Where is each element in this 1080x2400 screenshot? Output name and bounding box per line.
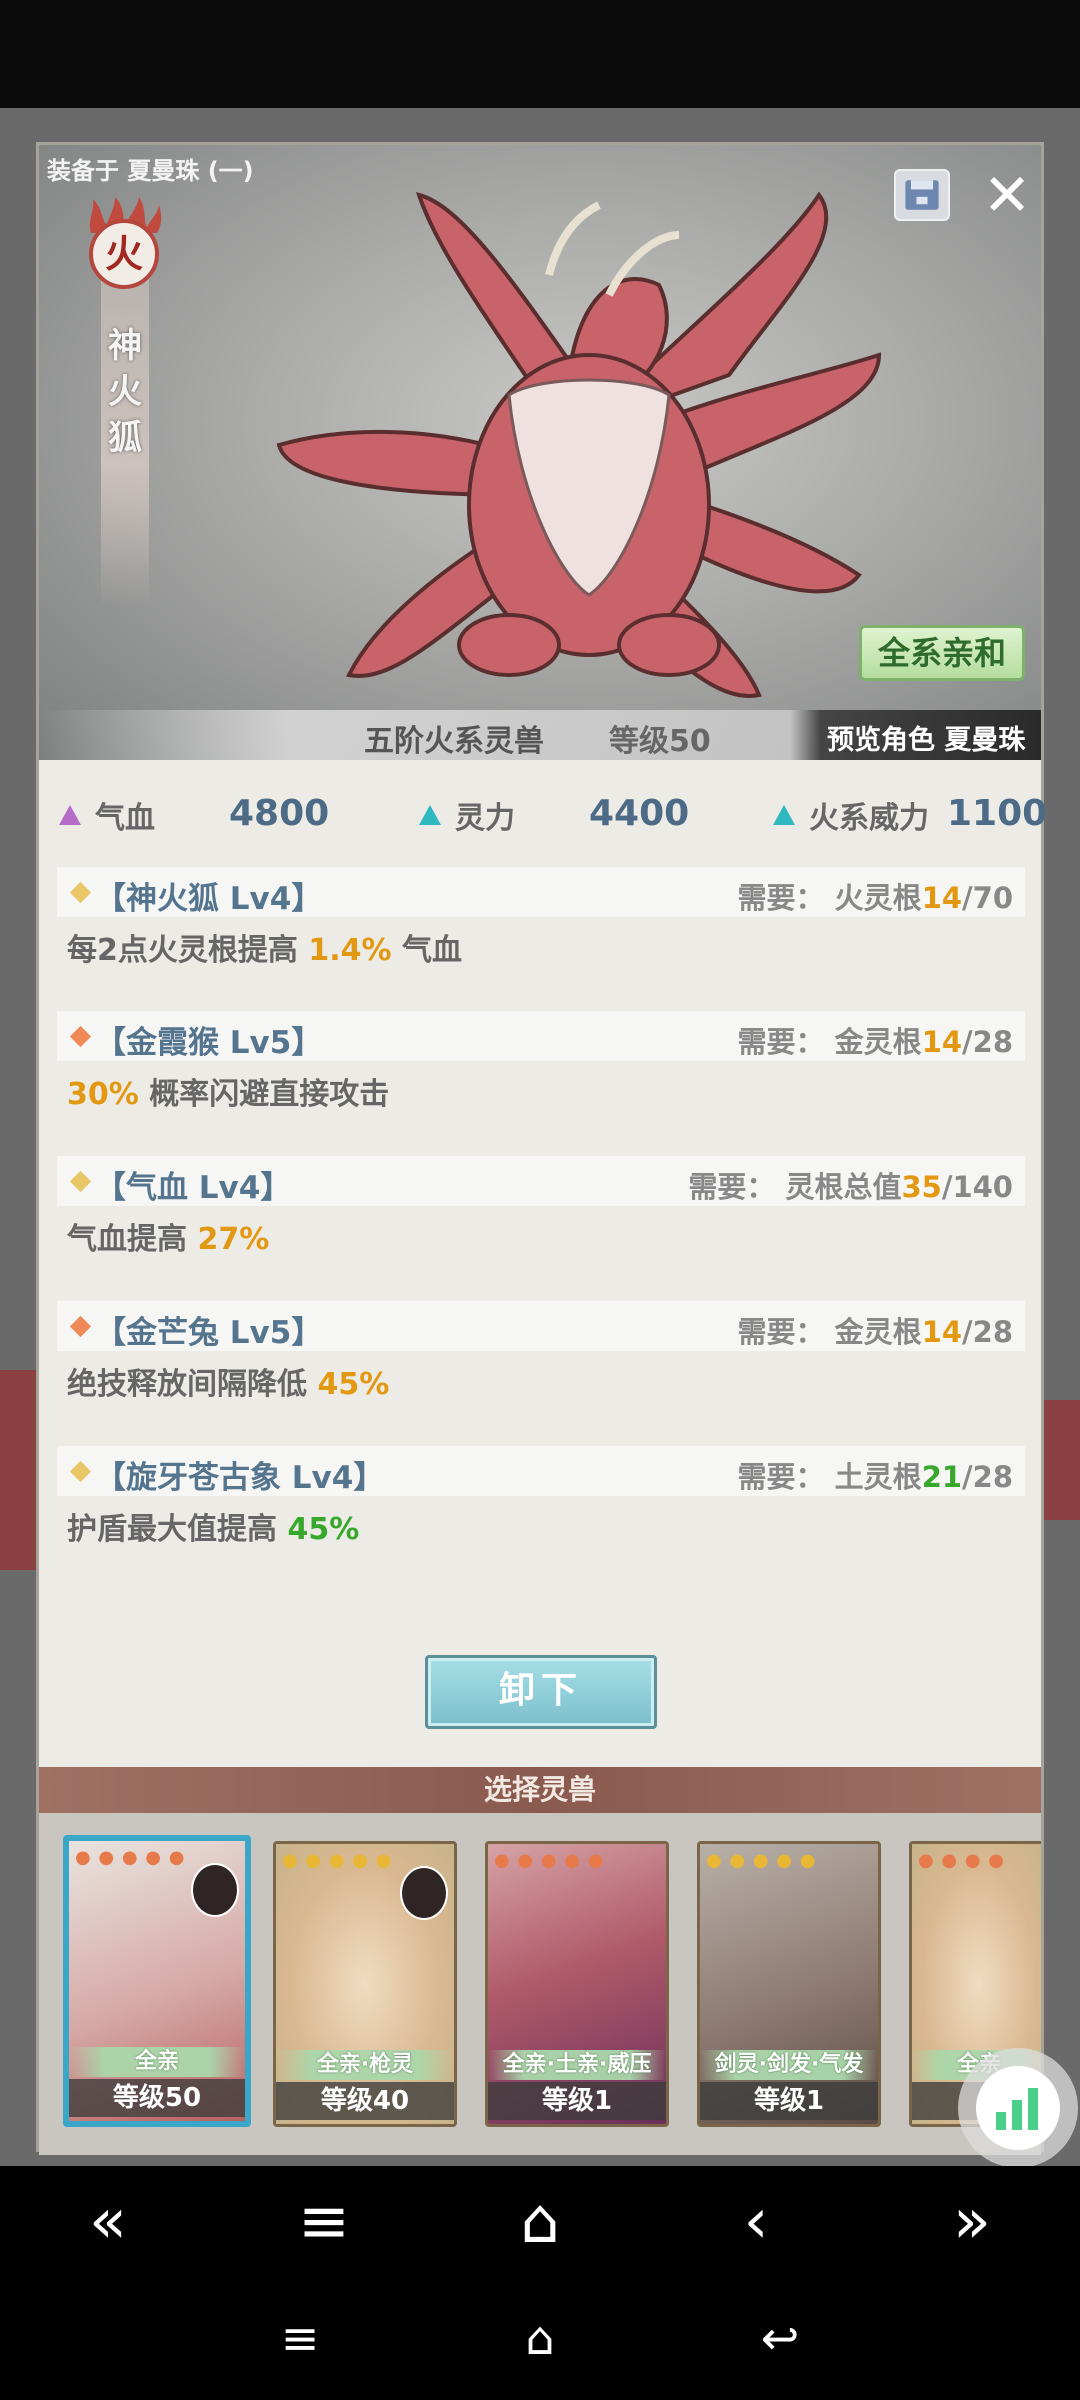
background-decoration	[0, 1370, 40, 1570]
status-bar	[0, 0, 1080, 108]
beast-rank: 五阶火系灵兽	[364, 724, 544, 759]
beast-card[interactable]: ● ● ● ● ● 全亲 等级50	[63, 1835, 251, 2127]
skill-name: 【旋牙苍古象 Lv4】	[95, 1460, 385, 1496]
skill-name: 【气血 Lv4】	[95, 1170, 292, 1206]
skill-entry: 【气血 Lv4】 需要： 灵根总值35/140 气血提高 27%	[57, 1156, 1025, 1266]
cyan-triangle-icon	[419, 805, 441, 825]
beast-card[interactable]: ● ● ● ● ● 剑灵·剑发·气发 等级1	[697, 1841, 881, 2127]
double-forward-icon[interactable]: »	[932, 2186, 1012, 2256]
element-banner: 火 神火狐	[89, 197, 162, 625]
skill-name: 【金芒兔 Lv5】	[95, 1315, 323, 1351]
skill-header: 【神火狐 Lv4】 需要： 火灵根14/70	[57, 867, 1025, 917]
skill-entry: 【金芒兔 Lv5】 需要： 金灵根14/28 绝技释放间隔降低 45%	[57, 1301, 1025, 1411]
beast-info-bar: 五阶火系灵兽 等级50 预览角色 夏曼珠	[39, 710, 1041, 760]
card-level: 等级1	[700, 2082, 878, 2120]
home-icon[interactable]: ⌂	[500, 2186, 580, 2256]
stat-fire-power: 火系威力	[773, 785, 929, 845]
skill-description: 30% 概率闪避直接攻击	[67, 1077, 390, 1112]
skill-name: 【金霞猴 Lv5】	[95, 1025, 323, 1061]
skill-header: 【旋牙苍古象 Lv4】 需要： 土灵根21/28	[57, 1446, 1025, 1496]
diamond-icon	[69, 881, 92, 904]
double-back-icon[interactable]: «	[68, 2186, 148, 2256]
cyan-triangle-icon	[773, 805, 795, 825]
star-rating-icon: ● ● ● ● ●	[494, 1850, 605, 1871]
back-icon[interactable]: ↩	[745, 2308, 815, 2368]
save-icon[interactable]	[894, 169, 950, 221]
unequip-button[interactable]: 卸下	[425, 1655, 657, 1729]
back-icon[interactable]: ‹	[716, 2186, 796, 2256]
skill-description: 护盾最大值提高 45%	[67, 1512, 360, 1547]
stat-value: 1100	[947, 793, 1048, 834]
skill-requirement: 需要： 火灵根14/70	[737, 881, 1013, 915]
floating-stats-button[interactable]	[958, 2048, 1078, 2168]
beast-illustration	[276, 191, 882, 698]
beast-level: 等级50	[609, 724, 711, 759]
skill-requirement: 需要： 金灵根14/28	[737, 1315, 1013, 1349]
recent-apps-icon[interactable]: ≡	[265, 2308, 335, 2368]
system-nav-bar: ≡ ⌂ ↩	[0, 2278, 1080, 2400]
star-rating-icon: ● ● ● ● ●	[282, 1850, 393, 1871]
stat-hp: 气血	[59, 785, 155, 845]
affinity-badge: 全系亲和	[859, 625, 1025, 681]
beast-name: 神火狐	[108, 326, 142, 458]
skill-description: 绝技释放间隔降低 45%	[67, 1367, 390, 1402]
star-rating-icon: ● ● ● ● ●	[706, 1850, 817, 1871]
card-level: 等级50	[69, 2079, 245, 2117]
diamond-icon	[69, 1460, 92, 1483]
skill-entry: 【神火狐 Lv4】 需要： 火灵根14/70 每2点火灵根提高 1.4% 气血	[57, 867, 1025, 977]
card-tag: 全亲·枪灵	[276, 2050, 454, 2080]
diamond-icon	[69, 1170, 92, 1193]
menu-icon[interactable]: ≡	[284, 2186, 364, 2256]
purple-triangle-icon	[59, 805, 81, 825]
diamond-icon	[69, 1315, 92, 1338]
element-fire-badge: 火	[89, 219, 159, 289]
equipped-on-label: 装备于 夏曼珠 (一)	[47, 157, 254, 185]
beast-card[interactable]: ● ● ● ● ● 全亲·土亲·威压 等级1	[485, 1841, 669, 2127]
skill-requirement: 需要： 土灵根21/28	[737, 1460, 1013, 1494]
beast-art-area: 装备于 夏曼珠 (一) ✕ 火 神火狐 全系亲和 五阶火系灵兽 等级50 预览角…	[39, 145, 1041, 760]
card-level: 等级40	[276, 2082, 454, 2120]
avatar	[400, 1866, 448, 1920]
skill-header: 【金芒兔 Lv5】 需要： 金灵根14/28	[57, 1301, 1025, 1351]
skill-header: 【气血 Lv4】 需要： 灵根总值35/140	[57, 1156, 1025, 1206]
card-tag: 剑灵·剑发·气发	[700, 2050, 878, 2080]
stat-label: 气血	[95, 801, 155, 836]
skill-description: 气血提高 27%	[67, 1222, 270, 1257]
browser-nav-bar: « ≡ ⌂ ‹ »	[0, 2166, 1080, 2278]
stat-value: 4400	[589, 793, 690, 834]
stats-row: 气血 4800 灵力 4400 火系威力 1100	[39, 785, 1047, 845]
skill-header: 【金霞猴 Lv5】 需要： 金灵根14/28	[57, 1011, 1025, 1061]
avatar	[191, 1863, 239, 1917]
skill-entry: 【金霞猴 Lv5】 需要： 金灵根14/28 30% 概率闪避直接攻击	[57, 1011, 1025, 1121]
stat-label: 火系威力	[809, 801, 929, 836]
background-decoration	[1040, 1400, 1080, 1520]
card-tag: 全亲·土亲·威压	[488, 2050, 666, 2080]
star-rating-icon: ● ● ● ●	[918, 1850, 1005, 1871]
skill-requirement: 需要： 灵根总值35/140	[688, 1170, 1013, 1204]
select-beast-header: 选择灵兽	[39, 1767, 1041, 1813]
skill-description: 每2点火灵根提高 1.4% 气血	[67, 933, 462, 968]
stat-label: 灵力	[455, 801, 515, 836]
star-rating-icon: ● ● ● ● ●	[75, 1847, 186, 1868]
beast-detail-panel: 装备于 夏曼珠 (一) ✕ 火 神火狐 全系亲和 五阶火系灵兽 等级50 预览角…	[36, 142, 1047, 2155]
preview-role: 预览角色 夏曼珠	[827, 725, 1026, 756]
skill-name: 【神火狐 Lv4】	[95, 881, 323, 917]
skill-requirement: 需要： 金灵根14/28	[737, 1025, 1013, 1059]
card-tag: 全亲	[69, 2047, 245, 2077]
beast-card-list[interactable]: ● ● ● ● ● 全亲 等级50 ● ● ● ● ● 全亲·枪灵 等级40 ●…	[39, 1813, 1041, 2155]
home-icon[interactable]: ⌂	[505, 2308, 575, 2368]
bar-chart-icon	[976, 2066, 1060, 2150]
card-level: 等级1	[488, 2082, 666, 2120]
diamond-icon	[69, 1025, 92, 1048]
close-icon[interactable]: ✕	[977, 165, 1037, 225]
skill-entry: 【旋牙苍古象 Lv4】 需要： 土灵根21/28 护盾最大值提高 45%	[57, 1446, 1025, 1556]
beast-card[interactable]: ● ● ● ● ● 全亲·枪灵 等级40	[273, 1841, 457, 2127]
stat-mp: 灵力	[419, 785, 515, 845]
stat-value: 4800	[229, 793, 330, 834]
